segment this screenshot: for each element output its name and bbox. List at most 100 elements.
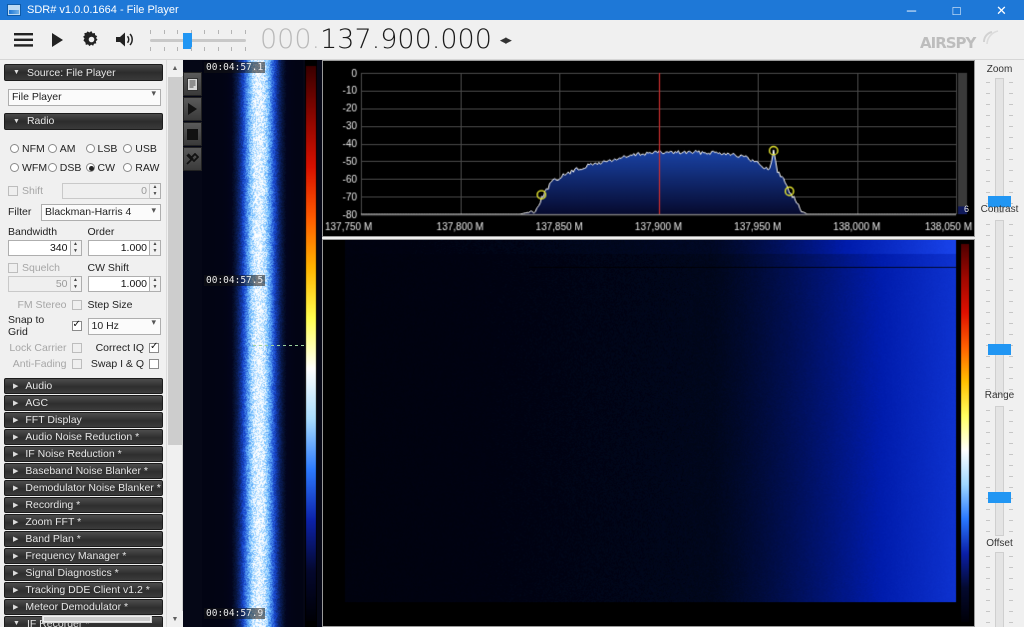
spectrum-analyzer[interactable]	[322, 60, 975, 237]
accordion-zoom-fft[interactable]: ▶ Zoom FFT *	[4, 513, 163, 530]
minimize-button[interactable]: ─	[889, 0, 934, 20]
bandwidth-stepper[interactable]: ▲ ▼	[70, 239, 82, 256]
accordion-demodulator-noise-blanker[interactable]: ▶ Demodulator Noise Blanker *	[4, 479, 163, 496]
slider-thumb-contrast[interactable]	[988, 344, 1011, 355]
mode-cw[interactable]: CW	[85, 162, 124, 174]
mode-am[interactable]: AM	[47, 143, 86, 155]
fm-stereo-checkbox[interactable]	[71, 299, 82, 310]
mode-usb[interactable]: USB	[123, 143, 161, 155]
lock-correct-row: Lock Carrier Correct IQ	[8, 341, 161, 354]
accordion-agc[interactable]: ▶ AGC	[4, 394, 163, 411]
tools-icon[interactable]	[183, 147, 202, 171]
waterfall-timestamp-bottom: 00:04:57.9	[204, 608, 266, 619]
swap-iq-label: Swap I & Q	[90, 357, 144, 370]
squelch-cwshift-fields: 50 ▲ ▼ 1.000 ▲ ▼	[8, 275, 161, 292]
chevron-right-icon: ▶	[13, 399, 19, 407]
slider-label-offset: Offset	[986, 538, 1013, 549]
accordion-recording[interactable]: ▶ Recording *	[4, 496, 163, 513]
accordion-fft-display[interactable]: ▶ FFT Display	[4, 411, 163, 428]
accordion-if-noise-reduction[interactable]: ▶ IF Noise Reduction *	[4, 445, 163, 462]
cw-shift-value[interactable]: 1.000	[87, 275, 150, 292]
left-control-panel: ▼ Source: File Player File Player ▼ Radi…	[0, 60, 183, 627]
step-size-label: Step Size	[87, 298, 133, 311]
filter-select-wrap: Blackman-Harris 4	[41, 203, 161, 221]
scrollbar-thumb[interactable]	[168, 77, 182, 445]
gear-icon[interactable]	[76, 25, 106, 55]
slider-track-contrast[interactable]	[995, 220, 1004, 395]
step-size-select[interactable]: 10 Hz	[87, 317, 161, 335]
accordion-frequency-manager[interactable]: ▶ Frequency Manager *	[4, 547, 163, 564]
squelch-stepper[interactable]: ▲ ▼	[70, 275, 82, 292]
mode-wfm[interactable]: WFM	[10, 162, 48, 174]
correct-iq-checkbox[interactable]	[149, 341, 159, 353]
shift-stepper[interactable]: ▲ ▼	[150, 182, 161, 199]
zoom-waterfall-strip[interactable]: 00:04:57.1 00:04:57.5 00:04:57.9	[183, 60, 322, 627]
filter-row: Filter Blackman-Harris 4	[8, 203, 161, 221]
maximize-button[interactable]: □	[934, 0, 979, 20]
title-bar: SDR# v1.0.0.1664 - File Player ─ □ ✕	[0, 0, 1024, 20]
fm-stereo-row: FM Stereo	[8, 299, 82, 311]
snap-to-grid-checkbox[interactable]	[71, 319, 82, 331]
scroll-up-arrow-icon[interactable]: ▲	[167, 60, 183, 76]
slider-track-offset[interactable]	[995, 552, 1004, 627]
frequency-step-arrows[interactable]: ◂▸	[500, 32, 512, 48]
lock-carrier-checkbox[interactable]	[71, 342, 82, 353]
chevron-right-icon: ▶	[13, 518, 19, 526]
mode-nfm[interactable]: NFM	[10, 143, 48, 155]
play-icon[interactable]	[42, 25, 72, 55]
chevron-right-icon: ▶	[13, 433, 19, 441]
cw-shift-stepper[interactable]: ▲ ▼	[150, 275, 161, 292]
squelch-cwshift-labels: Squelch CW Shift	[8, 262, 161, 274]
play-icon[interactable]	[183, 97, 202, 121]
slider-track-range[interactable]	[995, 406, 1004, 536]
close-button[interactable]: ✕	[979, 0, 1024, 20]
mode-label: RAW	[135, 161, 160, 174]
scroll-down-arrow-icon[interactable]: ▼	[167, 611, 183, 627]
shift-checkbox[interactable]	[8, 185, 18, 196]
chevron-right-icon: ▶	[13, 535, 19, 543]
source-select[interactable]: File Player	[8, 88, 161, 106]
hscrollbar-thumb[interactable]	[44, 617, 150, 621]
hamburger-menu-icon[interactable]	[8, 25, 38, 55]
mode-label: USB	[135, 142, 157, 155]
accordion-meteor-demodulator[interactable]: ▶ Meteor Demodulator *	[4, 598, 163, 615]
panel-vertical-scrollbar[interactable]: ▲ ▼	[166, 60, 183, 627]
shift-value[interactable]: 0	[62, 182, 150, 199]
accordion-baseband-noise-blanker[interactable]: ▶ Baseband Noise Blanker *	[4, 462, 163, 479]
chevron-right-icon: ▶	[13, 552, 19, 560]
radio-panel-header[interactable]: ▼ Radio	[4, 112, 163, 130]
accordion-tracking-dde-client-v1-2[interactable]: ▶ Tracking DDE Client v1.2 *	[4, 581, 163, 598]
source-panel-header[interactable]: ▼ Source: File Player	[4, 64, 163, 81]
accordion-audio[interactable]: ▶ Audio	[4, 377, 163, 394]
accordion-audio-noise-reduction[interactable]: ▶ Audio Noise Reduction *	[4, 428, 163, 445]
frequency-value: 137.900.000	[320, 24, 492, 55]
panel-horizontal-scrollbar[interactable]	[42, 615, 152, 623]
waterfall-display[interactable]	[322, 239, 975, 627]
panel-scroll-region: ▼ Source: File Player File Player ▼ Radi…	[0, 60, 166, 627]
stop-icon[interactable]	[183, 122, 202, 146]
accordion-signal-diagnostics[interactable]: ▶ Signal Diagnostics *	[4, 564, 163, 581]
right-slider-panel: Zoom Contrast Range Offset	[975, 60, 1024, 627]
mode-dsb[interactable]: DSB	[47, 162, 86, 174]
accordion-band-plan[interactable]: ▶ Band Plan *	[4, 530, 163, 547]
speaker-icon[interactable]	[110, 25, 140, 55]
squelch-value[interactable]: 50	[8, 275, 71, 292]
cw-shift-field: 1.000 ▲ ▼	[87, 275, 161, 292]
slider-track-zoom[interactable]	[995, 78, 1004, 213]
shift-label: Shift	[22, 184, 44, 197]
order-stepper[interactable]: ▲ ▼	[150, 239, 161, 256]
record-list-icon[interactable]	[183, 72, 202, 96]
order-value[interactable]: 1.000	[87, 239, 150, 256]
bandwidth-value[interactable]: 340	[8, 239, 71, 256]
swap-iq-row: Swap I & Q	[88, 358, 162, 370]
mode-lsb[interactable]: LSB	[85, 143, 124, 155]
chevron-right-icon: ▶	[13, 586, 19, 594]
mode-raw[interactable]: RAW	[123, 162, 161, 174]
frequency-display[interactable]: 000.137.900.000	[260, 24, 492, 55]
volume-slider[interactable]	[150, 28, 246, 52]
swap-iq-checkbox[interactable]	[149, 358, 159, 369]
anti-fading-checkbox[interactable]	[71, 358, 82, 369]
squelch-checkbox[interactable]	[8, 262, 18, 273]
slider-thumb-range[interactable]	[988, 492, 1011, 503]
filter-select[interactable]: Blackman-Harris 4	[41, 203, 161, 221]
